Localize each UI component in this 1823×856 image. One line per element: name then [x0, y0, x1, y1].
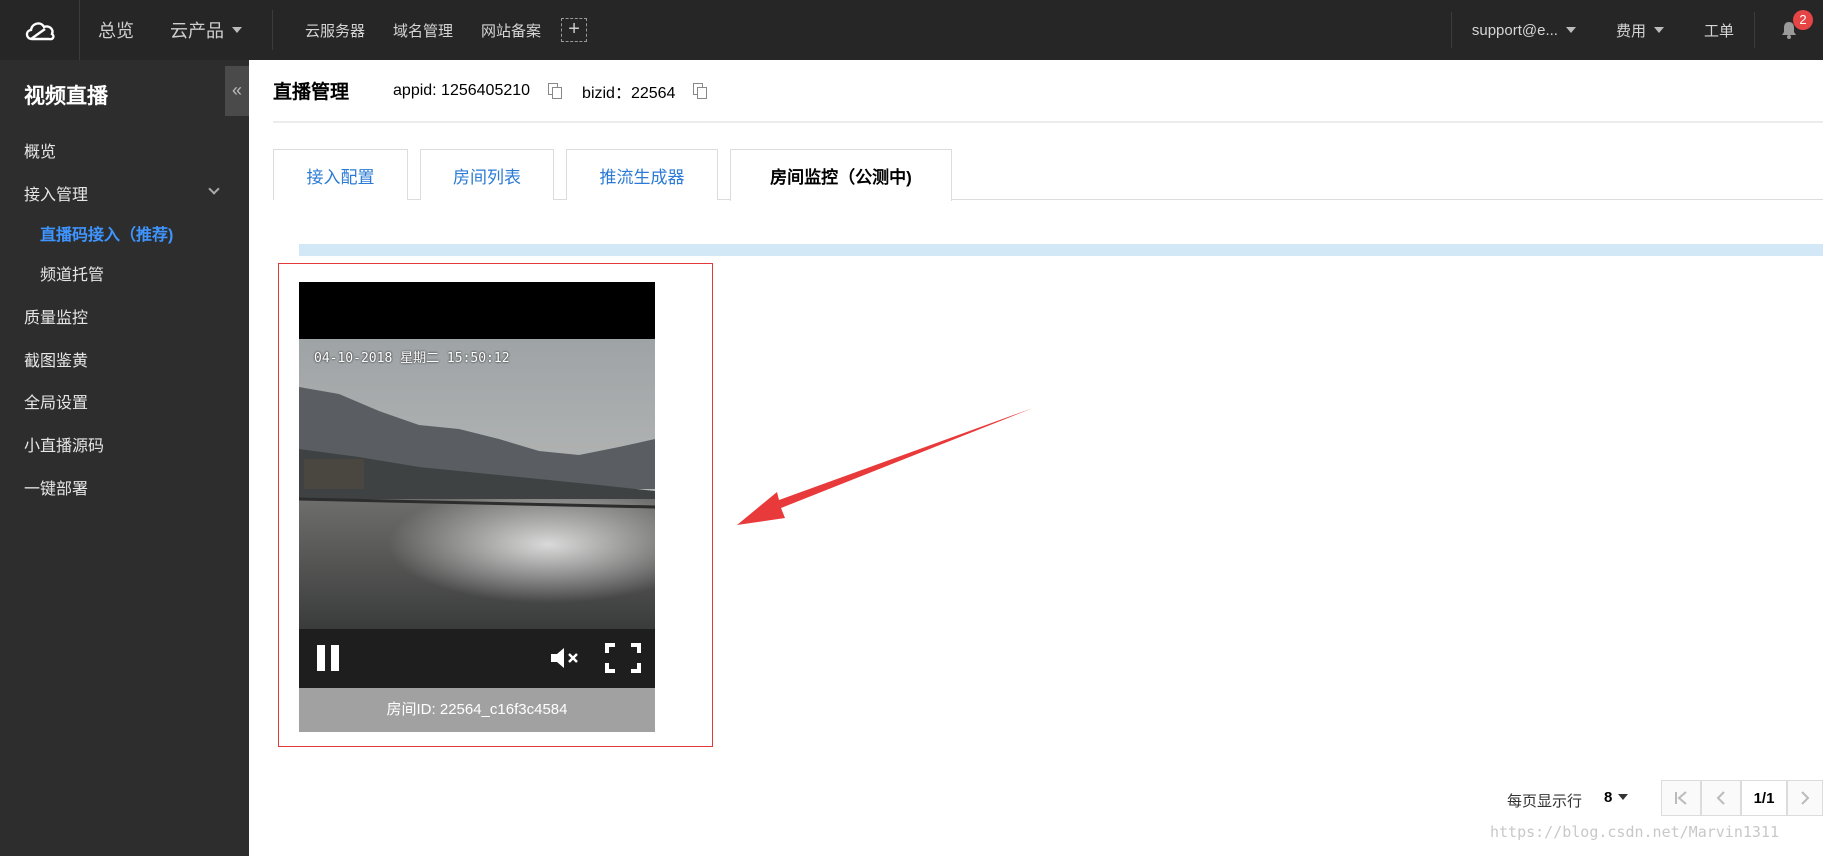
fullscreen-icon[interactable]	[605, 643, 641, 673]
next-page-button[interactable]	[1787, 780, 1823, 816]
video-frame: 04-10-2018 星期二 15:50:12	[299, 339, 655, 629]
first-page-icon	[1675, 791, 1687, 805]
caret-down-icon	[1618, 794, 1629, 800]
player-controls	[299, 629, 655, 688]
domain-link[interactable]: 域名管理	[379, 20, 467, 41]
sidebar-item-stream-code[interactable]: 直播码接入（推荐)	[40, 221, 240, 245]
loading-bar	[299, 244, 1823, 256]
caret-down-icon	[1565, 27, 1576, 33]
rows-per-page-value: 8	[1604, 789, 1613, 806]
page-header: 直播管理 appid: 1256405210 bizid：22564	[273, 60, 1823, 123]
chevron-left-icon	[1716, 791, 1725, 805]
sidebar-title: 视频直播	[24, 85, 108, 108]
sidebar-item-access[interactable]: 接入管理	[24, 181, 224, 205]
copy-icon[interactable]	[548, 83, 563, 99]
current-page-indicator: 1/1	[1741, 780, 1787, 816]
cvm-link[interactable]: 云服务器	[291, 20, 379, 41]
overview-link[interactable]: 总览	[80, 0, 152, 60]
room-id-label: 房间ID: 22564_c16f3c4584	[299, 688, 655, 732]
tab-room-monitor[interactable]: 房间监控（公测中)	[730, 149, 952, 201]
caret-down-icon	[232, 27, 242, 33]
bizid-value: bizid：22564	[582, 84, 676, 102]
tab-bar: 接入配置 房间列表 推流生成器 房间监控（公测中)	[273, 149, 1823, 201]
chevron-right-icon	[1801, 791, 1810, 805]
video-timestamp: 04-10-2018 星期二 15:50:12	[314, 351, 510, 366]
add-shortcut-button[interactable]: +	[561, 18, 588, 42]
notification-badge: 2	[1793, 10, 1813, 30]
prev-page-button[interactable]	[1701, 780, 1741, 816]
products-menu[interactable]: 云产品	[152, 0, 260, 60]
sidebar-item-channel-hosting[interactable]: 频道托管	[40, 261, 240, 285]
appid-field: appid: 1256405210	[393, 81, 563, 100]
mute-icon[interactable]	[549, 644, 581, 672]
tab-access-config[interactable]: 接入配置	[273, 149, 408, 200]
appid-value: appid: 1256405210	[393, 81, 531, 99]
room-preview-highlight: 04-10-2018 星期二 15:50:12 房间ID: 22564_c16f…	[278, 263, 713, 747]
notifications-button[interactable]: 2	[1755, 0, 1823, 60]
account-menu[interactable]: support@e...	[1452, 22, 1596, 39]
billing-menu[interactable]: 费用	[1596, 20, 1684, 41]
sidebar-item-one-click-deploy[interactable]: 一键部署	[24, 475, 224, 499]
rows-per-page-label: 每页显示行	[1507, 793, 1583, 810]
collapse-sidebar-button[interactable]: «	[225, 66, 249, 116]
sidebar-item-quality[interactable]: 质量监控	[24, 304, 224, 328]
icp-link[interactable]: 网站备案	[467, 20, 555, 41]
tickets-link[interactable]: 工单	[1684, 20, 1754, 41]
chevron-down-icon	[208, 183, 220, 195]
bizid-field: bizid：22564	[582, 79, 708, 103]
tab-room-list[interactable]: 房间列表	[420, 149, 554, 200]
tab-push-generator[interactable]: 推流生成器	[566, 149, 718, 200]
divider	[272, 10, 273, 50]
lake-scene-image	[299, 339, 655, 629]
rows-per-page-select[interactable]: 8	[1604, 789, 1629, 806]
video-player[interactable]: 04-10-2018 星期二 15:50:12 房间ID: 22564_c16f…	[299, 282, 655, 732]
top-navigation-bar: 总览 云产品 云服务器 域名管理 网站备案 + support@e... 费用 …	[0, 0, 1823, 60]
sidebar-item-overview[interactable]: 概览	[24, 138, 224, 162]
caret-down-icon	[1653, 27, 1664, 33]
red-arrow-annotation	[737, 408, 1033, 525]
pause-icon[interactable]	[317, 645, 341, 671]
cloud-logo-icon[interactable]	[0, 0, 80, 60]
main-content: 直播管理 appid: 1256405210 bizid：22564 接入配置 …	[249, 60, 1823, 856]
copy-icon[interactable]	[693, 83, 708, 99]
watermark-text: https://blog.csdn.net/Marvin1311	[1490, 823, 1779, 841]
sidebar-item-screenshot-porn[interactable]: 截图鉴黄	[24, 347, 224, 371]
pagination: 每页显示行 8 1/1	[249, 780, 1823, 820]
page-title: 直播管理	[273, 82, 350, 103]
sidebar-item-label: 接入管理	[24, 187, 89, 204]
first-page-button[interactable]	[1661, 780, 1701, 816]
sidebar-item-mini-live-source[interactable]: 小直播源码	[24, 432, 224, 456]
sidebar: 视频直播 « 概览 接入管理 直播码接入（推荐) 频道托管 质量监控 截图鉴黄 …	[0, 60, 249, 856]
sidebar-item-global-settings[interactable]: 全局设置	[24, 389, 224, 413]
topbar-right: support@e... 费用 工单 2	[1450, 0, 1823, 60]
